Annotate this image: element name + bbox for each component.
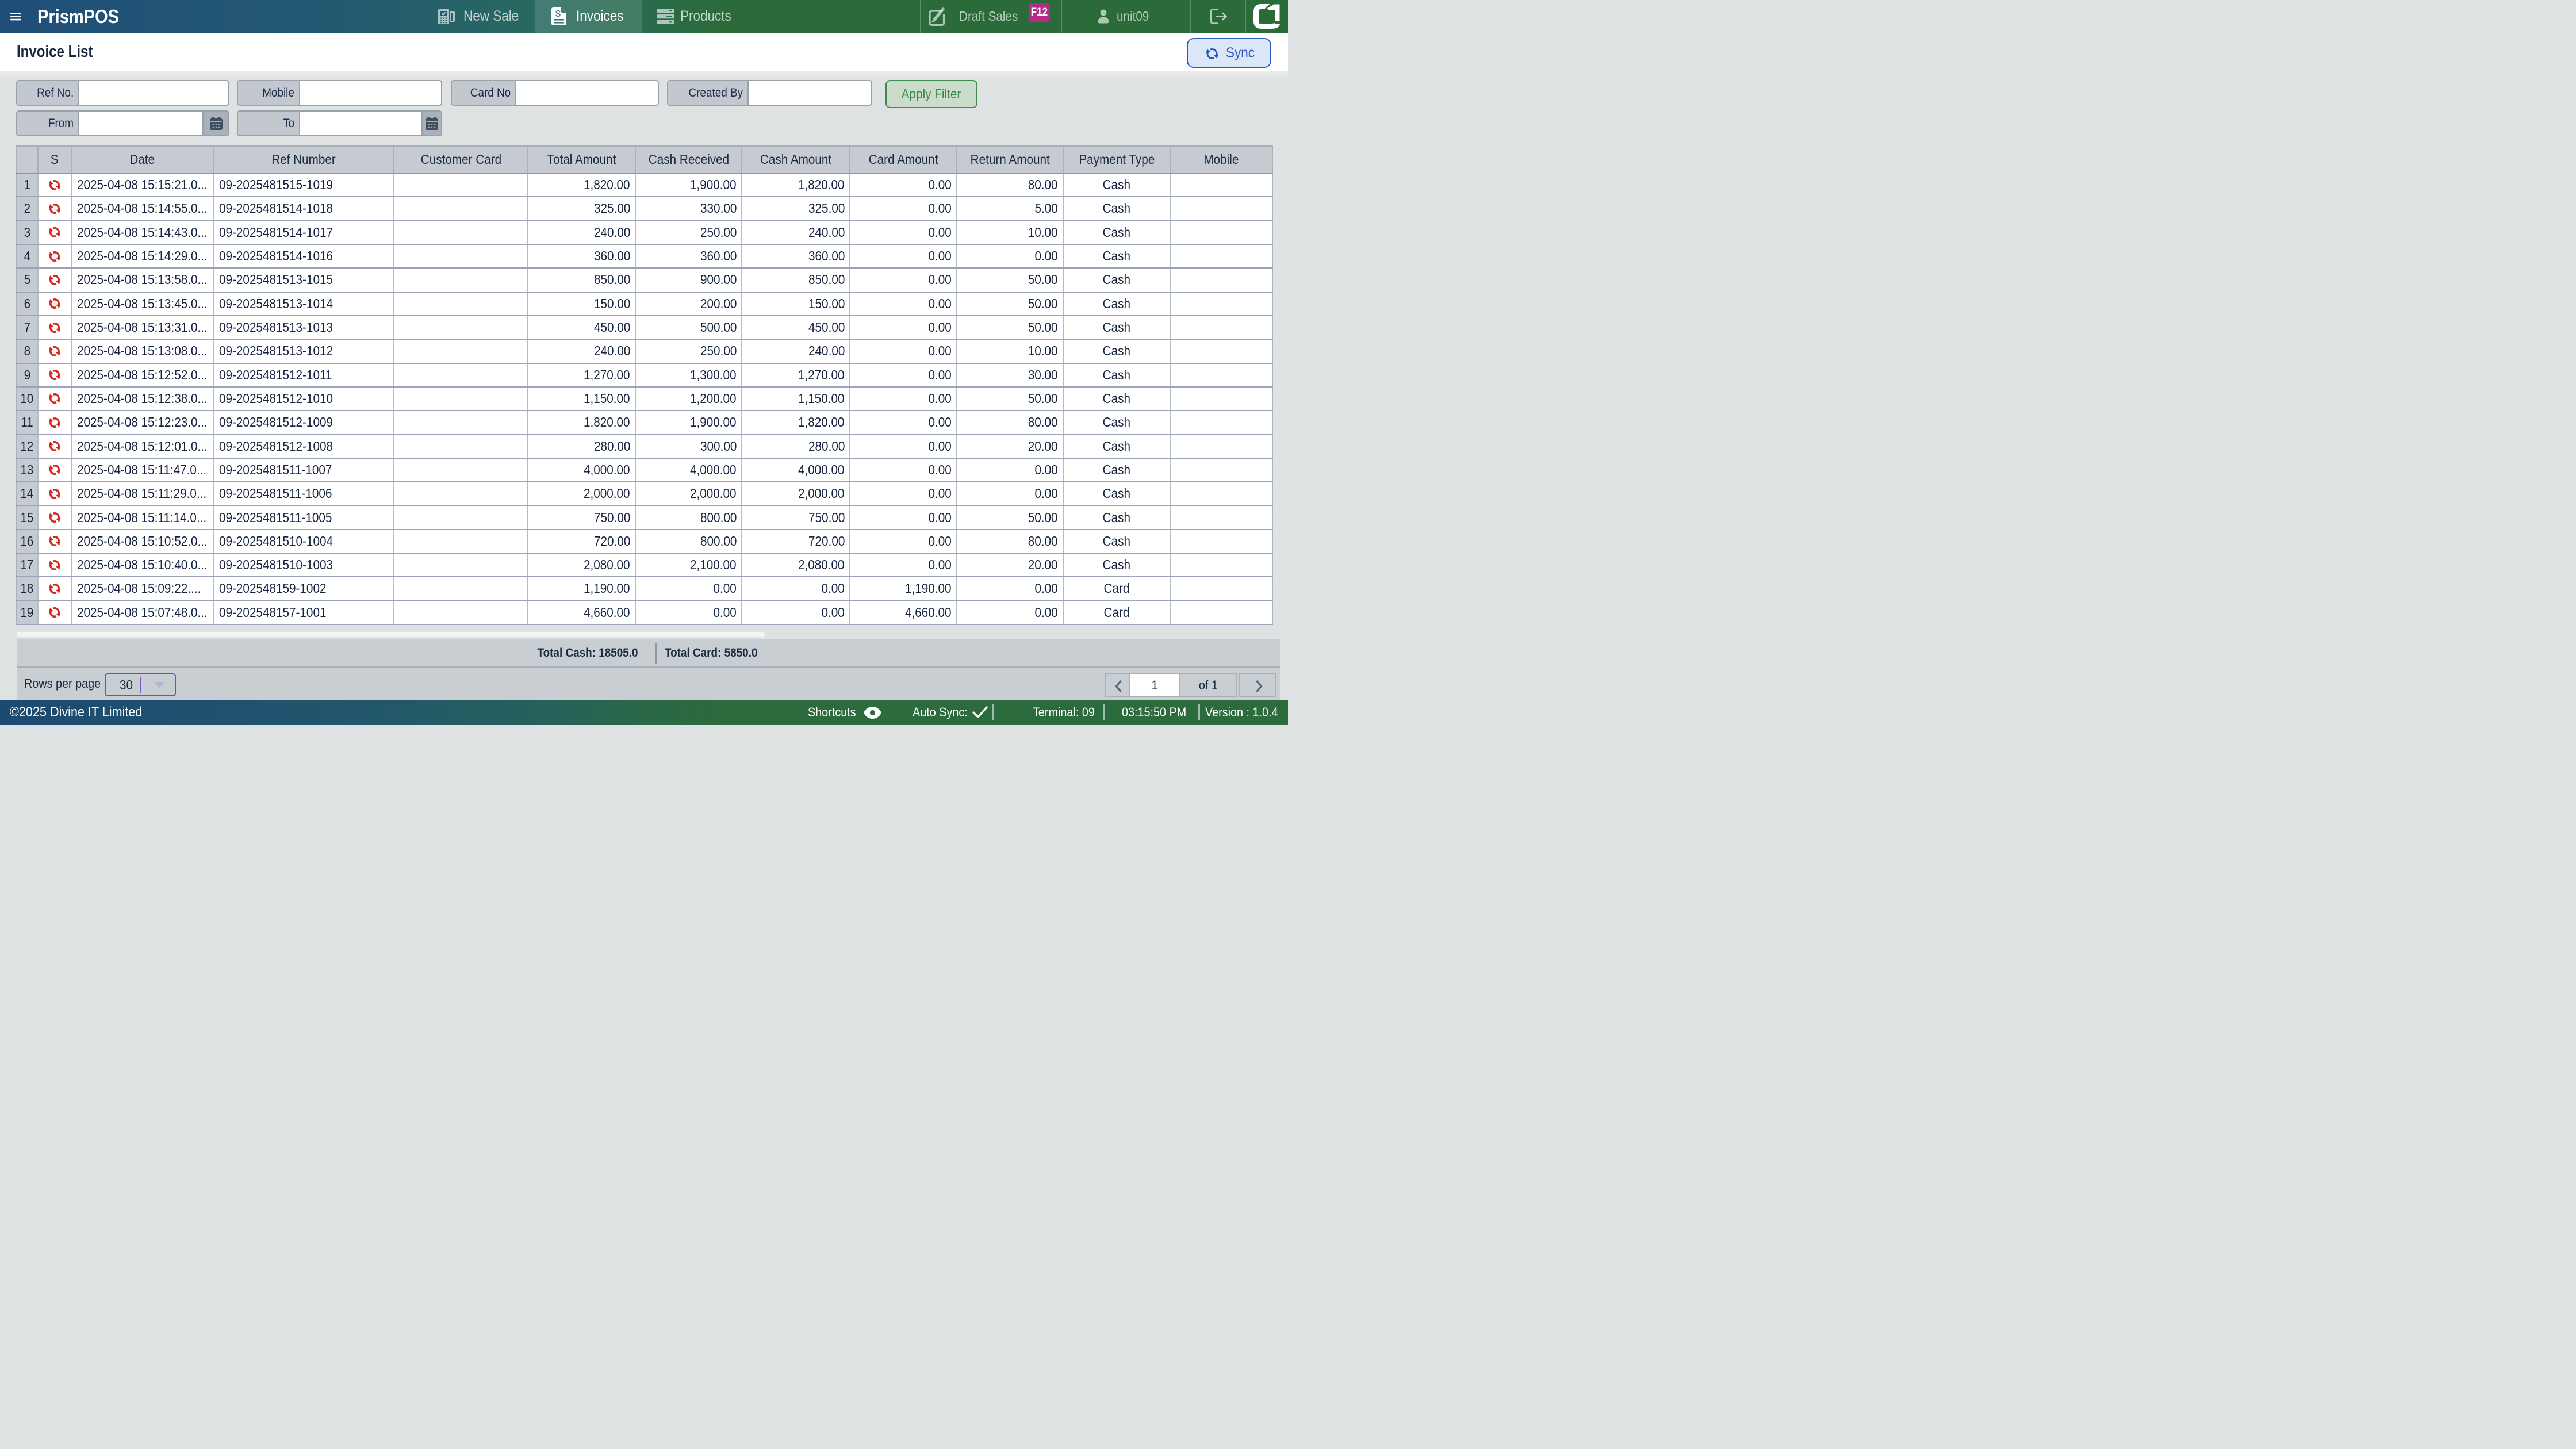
svg-text:$: $: [555, 9, 561, 19]
